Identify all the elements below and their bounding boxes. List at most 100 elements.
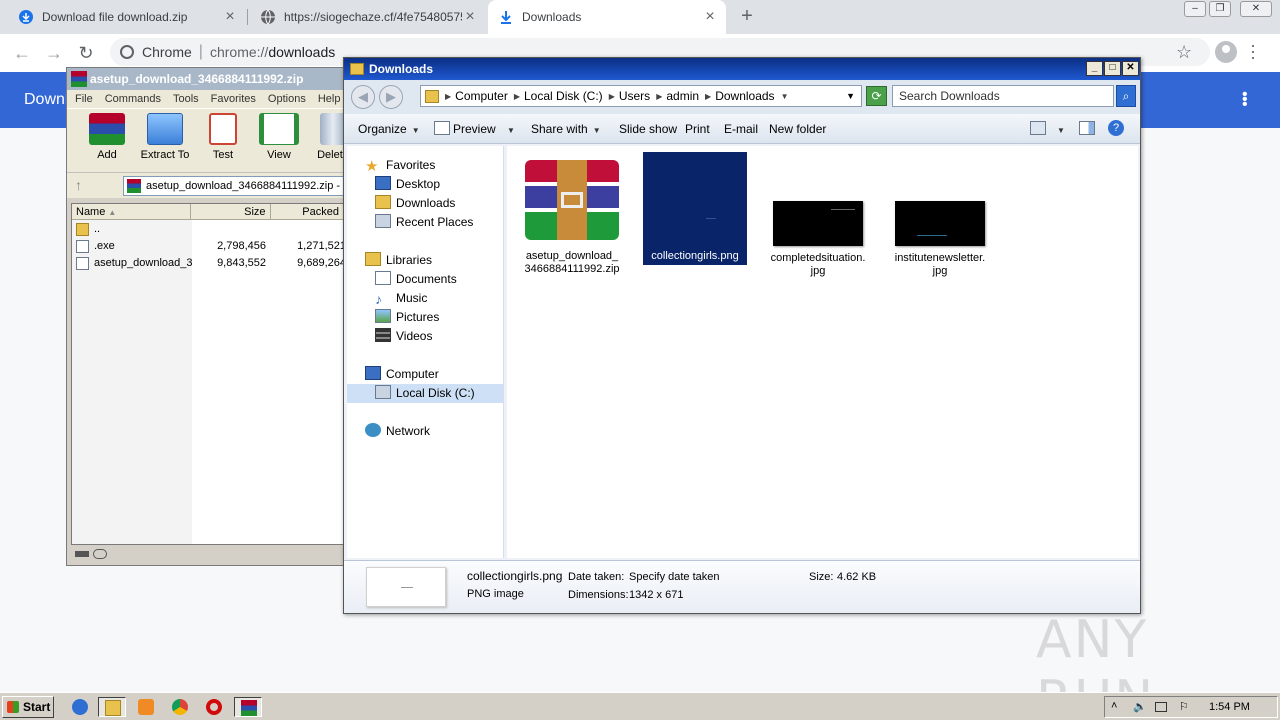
- table-row[interactable]: ..: [72, 221, 346, 238]
- nav-favorites[interactable]: ★ Favorites: [365, 156, 435, 175]
- column-name[interactable]: Name ▲: [72, 204, 192, 219]
- menu-help[interactable]: Help: [318, 93, 341, 105]
- start-button[interactable]: Start: [2, 696, 54, 718]
- menu-commands[interactable]: Commands: [105, 93, 161, 105]
- chevron-right-icon[interactable]: ▶: [445, 92, 451, 101]
- minimize-icon[interactable]: _: [1086, 61, 1103, 76]
- nav-videos[interactable]: Videos: [375, 327, 432, 346]
- explorer-title-bar[interactable]: Downloads _ □ ✕: [344, 58, 1140, 80]
- add-button[interactable]: Add: [77, 113, 137, 161]
- crumb-local-disk[interactable]: Local Disk (C:): [524, 89, 603, 103]
- details-date-value[interactable]: Specify date taken: [629, 571, 720, 583]
- menu-favorites[interactable]: Favorites: [211, 93, 256, 105]
- chevron-down-icon[interactable]: ▼: [781, 92, 789, 101]
- media-player-icon[interactable]: [132, 697, 160, 717]
- flag-icon[interactable]: ⚐: [1179, 700, 1189, 713]
- archive-path-field[interactable]: asetup_download_3466884111992.zip - ZIP …: [123, 176, 345, 196]
- nav-pictures[interactable]: Pictures: [375, 308, 439, 327]
- tray-expand-icon[interactable]: ˄: [1111, 700, 1117, 712]
- forward-icon[interactable]: →: [42, 42, 66, 64]
- test-button[interactable]: Test: [193, 113, 253, 161]
- file-item-png[interactable]: collectiongirls.png: [643, 152, 747, 265]
- crumb-admin[interactable]: admin: [666, 89, 699, 103]
- nav-desktop[interactable]: Desktop: [375, 175, 440, 194]
- speaker-icon[interactable]: 🔈: [1133, 700, 1147, 713]
- file-item-jpg[interactable]: completedsituation. jpg: [765, 152, 871, 278]
- email-button[interactable]: E-mail: [724, 122, 758, 136]
- column-size[interactable]: Size: [191, 204, 271, 219]
- chevron-right-icon[interactable]: ▶: [609, 92, 615, 101]
- winrar-title-bar[interactable]: asetup_download_3466884111992.zip: [67, 68, 345, 90]
- internet-explorer-icon[interactable]: [66, 697, 94, 717]
- winrar-window: asetup_download_3466884111992.zip File C…: [66, 67, 349, 566]
- help-icon[interactable]: ?: [1108, 120, 1124, 136]
- chevron-right-icon[interactable]: ▶: [705, 92, 711, 101]
- menu-tools[interactable]: Tools: [173, 93, 199, 105]
- history-dropdown-icon[interactable]: ▼: [846, 91, 855, 101]
- new-folder-button[interactable]: New folder: [769, 122, 826, 136]
- table-row[interactable]: .exe 2,798,456 1,271,521: [72, 238, 346, 255]
- network-tray-icon[interactable]: [1155, 702, 1167, 712]
- search-icon[interactable]: ⌕: [1116, 85, 1136, 107]
- extract-to-button[interactable]: Extract To: [135, 113, 195, 161]
- crumb-computer[interactable]: Computer: [455, 89, 508, 103]
- column-packed[interactable]: Packed: [271, 204, 344, 219]
- minimize-icon[interactable]: –: [1184, 1, 1206, 17]
- up-arrow-icon[interactable]: ↑: [75, 177, 82, 193]
- nav-computer[interactable]: Computer: [365, 365, 439, 384]
- menu-file[interactable]: File: [75, 93, 93, 105]
- nav-documents[interactable]: Documents: [375, 270, 457, 289]
- tab-download-file[interactable]: Download file download.zip ×: [8, 0, 246, 34]
- crumb-users[interactable]: Users: [619, 89, 650, 103]
- close-icon[interactable]: ✕: [1122, 61, 1139, 76]
- print-button[interactable]: Print: [685, 122, 710, 136]
- tab-downloads[interactable]: Downloads ×: [488, 0, 726, 34]
- nav-libraries[interactable]: Libraries: [365, 251, 432, 270]
- nav-downloads[interactable]: Downloads: [375, 194, 455, 213]
- chrome-menu-icon[interactable]: · · ·: [1250, 36, 1256, 66]
- slide-show-button[interactable]: Slide show: [619, 122, 677, 136]
- file-item-jpg[interactable]: institutenewsletter. jpg: [887, 152, 993, 278]
- opera-icon[interactable]: [200, 697, 228, 717]
- close-window-icon[interactable]: ✕: [1240, 1, 1272, 17]
- menu-options[interactable]: Options: [268, 93, 306, 105]
- view-options-icon[interactable]: [1030, 121, 1046, 135]
- nav-local-disk[interactable]: Local Disk (C:): [347, 384, 503, 403]
- chevron-right-icon[interactable]: ▶: [514, 92, 520, 101]
- view-button[interactable]: View: [249, 113, 309, 161]
- preview-pane-icon[interactable]: [1079, 121, 1095, 135]
- profile-avatar-icon[interactable]: [1215, 41, 1237, 63]
- back-icon[interactable]: ←: [10, 42, 34, 64]
- bookmark-star-icon[interactable]: ☆: [1176, 42, 1192, 63]
- share-with-button[interactable]: Share with ▼: [531, 122, 601, 136]
- maximize-icon[interactable]: □: [1104, 61, 1121, 76]
- breadcrumb[interactable]: ▶ Computer ▶ Local Disk (C:) ▶ Users ▶ a…: [420, 85, 862, 107]
- view-options-dropdown[interactable]: ▼: [1052, 122, 1065, 136]
- nav-network[interactable]: Network: [365, 422, 430, 441]
- forward-icon[interactable]: ▶: [379, 85, 403, 109]
- organize-button[interactable]: Organize ▼: [358, 122, 420, 136]
- restore-icon[interactable]: ❐: [1209, 1, 1231, 17]
- tab-suspicious-url[interactable]: https://siogechaze.cf/4fe754805754 ×: [250, 0, 486, 34]
- preview-button[interactable]: Preview: [453, 122, 496, 136]
- refresh-icon[interactable]: ⟳: [866, 86, 887, 106]
- clock[interactable]: 1:54 PM: [1209, 701, 1250, 713]
- table-row[interactable]: asetup_download_3466884111992.zip 9,843,…: [72, 255, 346, 272]
- preview-dropdown[interactable]: ▼: [502, 122, 515, 136]
- back-icon[interactable]: ◀: [351, 85, 375, 109]
- reload-icon[interactable]: ↻: [74, 42, 98, 64]
- close-icon[interactable]: ×: [222, 9, 238, 25]
- chrome-taskbar-icon[interactable]: [166, 697, 194, 717]
- crumb-downloads[interactable]: Downloads: [715, 89, 774, 103]
- explorer-taskbar-icon[interactable]: [98, 697, 126, 717]
- new-tab-button[interactable]: +: [736, 6, 758, 28]
- close-icon[interactable]: ×: [462, 9, 478, 25]
- close-icon[interactable]: ×: [702, 9, 718, 25]
- nav-music[interactable]: ♪ Music: [375, 289, 427, 308]
- nav-recent-places[interactable]: Recent Places: [375, 213, 473, 232]
- file-item-zip[interactable]: asetup_download_ 3466884111992.zip: [519, 152, 625, 276]
- search-input[interactable]: Search Downloads: [892, 85, 1114, 107]
- winrar-taskbar-icon[interactable]: [234, 697, 262, 717]
- chevron-right-icon[interactable]: ▶: [656, 92, 662, 101]
- more-options-icon[interactable]: • • •: [1242, 87, 1248, 113]
